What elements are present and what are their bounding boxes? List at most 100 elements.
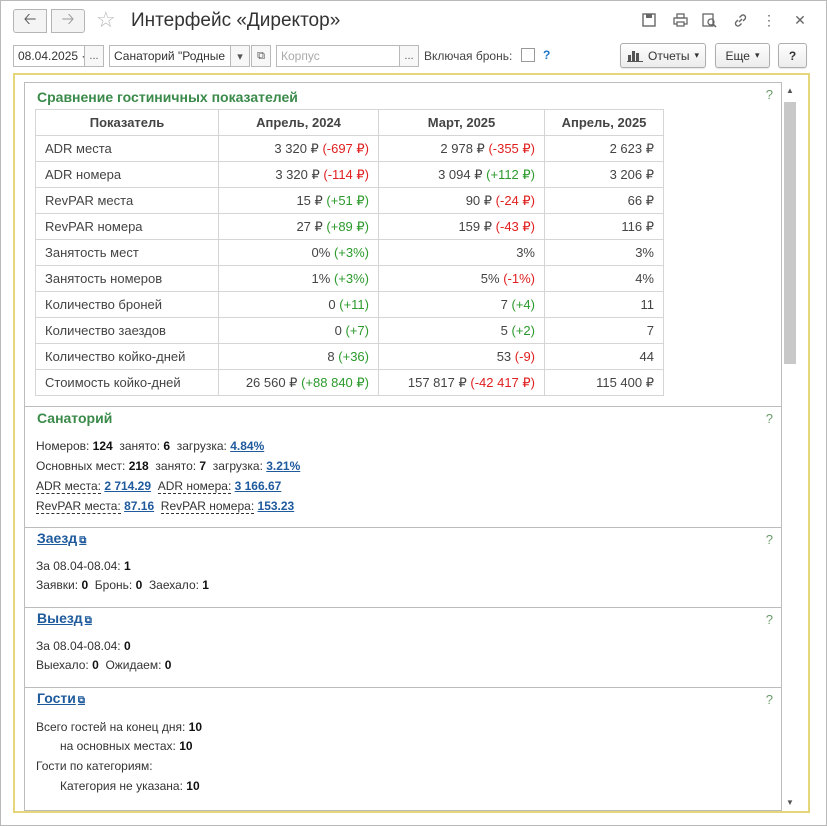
- requests-label: Заявки:: [36, 578, 79, 592]
- adr-room-link[interactable]: 3 166.67: [235, 479, 282, 493]
- revpar-room-label[interactable]: RevPAR номера:: [160, 499, 255, 514]
- cell-value: 3 320 ₽: [275, 166, 320, 182]
- metric-name-cell: ADR номера: [35, 161, 219, 188]
- vertical-scrollbar[interactable]: ▲ ▼: [783, 86, 797, 811]
- corpus-picker-button[interactable]: ...: [399, 45, 419, 67]
- sanatorium-dropdown-button[interactable]: ▾: [230, 45, 250, 67]
- sanatorium-field[interactable]: Санаторий "Родные: [109, 45, 231, 67]
- more-vertical-icon[interactable]: ⋮: [760, 11, 778, 29]
- cell-value: 27 ₽: [296, 218, 323, 234]
- april-2024-cell: 0 (+11): [218, 291, 379, 318]
- preview-icon[interactable]: [700, 11, 718, 29]
- cell-value: 159 ₽: [458, 218, 493, 234]
- page-title: Интерфейс «Директор»: [131, 10, 341, 31]
- guests-total-line: Всего гостей на конец дня: 10: [36, 720, 202, 734]
- scroll-up-icon[interactable]: ▲: [783, 86, 797, 95]
- help-button[interactable]: ?: [778, 43, 807, 68]
- scrollbar-thumb[interactable]: [784, 102, 796, 364]
- guests-title-link[interactable]: Гости ⧉: [37, 690, 85, 706]
- reports-button[interactable]: Отчеты ▾: [620, 43, 706, 68]
- revpar-place-link[interactable]: 87.16: [124, 499, 154, 513]
- table-row[interactable]: Количество броней 0 (+11) 7 (+4) 11: [35, 291, 664, 318]
- include-booking-label: Включая бронь:: [424, 49, 513, 63]
- chevron-down-icon: ▾: [237, 50, 243, 63]
- adr-place-label[interactable]: ADR места:: [36, 479, 101, 494]
- departure-help-icon[interactable]: ?: [766, 612, 773, 627]
- date-picker-button[interactable]: ...: [84, 45, 104, 67]
- cell-delta: (+112 ₽): [486, 166, 535, 182]
- comparison-section: Сравнение гостиничных показателей ? Пока…: [24, 82, 782, 407]
- cell-delta: (-1%): [503, 271, 535, 286]
- corpus-field[interactable]: Корпус: [276, 45, 400, 67]
- date-field[interactable]: 08.04.2025 ·: [13, 45, 85, 67]
- back-button[interactable]: 🡠: [13, 9, 47, 33]
- arrival-title-link[interactable]: Заезд ⧉: [37, 530, 86, 546]
- guests-help-icon[interactable]: ?: [766, 692, 773, 707]
- forward-button[interactable]: 🡢: [51, 9, 85, 33]
- sanatorium-help-icon[interactable]: ?: [766, 411, 773, 426]
- arrow-right-icon: 🡢: [61, 10, 75, 28]
- column-header[interactable]: Март, 2025: [378, 109, 545, 136]
- print-icon[interactable]: [671, 11, 689, 29]
- comparison-help-icon[interactable]: ?: [766, 87, 773, 102]
- cell-delta: (-24 ₽): [495, 192, 535, 208]
- table-row[interactable]: Количество койко-дней 8 (+36) 53 (-9) 44: [35, 343, 664, 370]
- cell-delta: (+89 ₽): [326, 218, 369, 234]
- cell-delta: (-9): [514, 349, 535, 364]
- april-2025-cell: 116 ₽: [544, 213, 664, 240]
- include-booking-checkbox[interactable]: [521, 48, 535, 62]
- guests-category-label: Категория не указана:: [60, 779, 183, 793]
- booking-value: 0: [135, 578, 143, 592]
- column-header[interactable]: Апрель, 2025: [544, 109, 664, 136]
- revpar-room-link[interactable]: 153.23: [258, 499, 295, 513]
- cell-value: 3 320 ₽: [274, 140, 319, 156]
- save-icon[interactable]: [640, 11, 658, 29]
- april-2024-cell: 15 ₽ (+51 ₽): [218, 187, 379, 214]
- table-row[interactable]: RevPAR места 15 ₽ (+51 ₽) 90 ₽ (-24 ₽) 66 ₽: [35, 187, 664, 214]
- table-row[interactable]: RevPAR номера 27 ₽ (+89 ₽) 159 ₽ (-43 ₽) 11…: [35, 213, 664, 240]
- revpar-place-label[interactable]: RevPAR места:: [36, 499, 121, 514]
- april-2024-cell: 0 (+7): [218, 317, 379, 344]
- scroll-down-icon[interactable]: ▼: [783, 798, 797, 807]
- cell-value: 1%: [311, 271, 331, 286]
- revpar-line: RevPAR места: 87.16 RevPAR номера: 153.2…: [36, 499, 295, 514]
- table-row[interactable]: Занятость номеров 1% (+3%) 5% (-1%) 4%: [35, 265, 664, 292]
- arrival-stats-line: Заявки: 0 Бронь: 0 Заехало: 1: [36, 578, 209, 592]
- april-2025-cell: 115 400 ₽: [544, 369, 664, 396]
- column-header[interactable]: Показатель: [35, 109, 219, 136]
- cell-delta: (+88 840 ₽): [301, 374, 369, 390]
- march-2025-cell: 157 817 ₽ (-42 417 ₽): [378, 369, 545, 396]
- sanatorium-open-button[interactable]: ⧉: [251, 45, 271, 67]
- arrival-period-value: 1: [124, 559, 131, 573]
- comparison-title: Сравнение гостиничных показателей: [37, 89, 298, 105]
- arrival-help-icon[interactable]: ?: [766, 532, 773, 547]
- cell-value: 26 560 ₽: [245, 374, 298, 390]
- more-button[interactable]: Еще ▾: [715, 43, 770, 68]
- close-icon[interactable]: ✕: [791, 11, 809, 29]
- help-question-icon[interactable]: ?: [543, 48, 550, 62]
- table-row[interactable]: Количество заездов 0 (+7) 5 (+2) 7: [35, 317, 664, 344]
- favorite-star-icon[interactable]: ☆: [96, 7, 116, 33]
- open-window-icon: ⧉: [257, 49, 265, 62]
- rooms-load-link[interactable]: 4.84%: [230, 439, 264, 453]
- column-header[interactable]: Апрель, 2024: [218, 109, 379, 136]
- table-row[interactable]: ADR места 3 320 ₽ (-697 ₽) 2 978 ₽ (-355 ₽…: [35, 135, 664, 162]
- arrived-value: 1: [202, 578, 209, 592]
- table-row[interactable]: Стоимость койко-дней 26 560 ₽ (+88 840 ₽)…: [35, 369, 664, 396]
- metric-name-cell: RevPAR места: [35, 187, 219, 214]
- link-icon[interactable]: [731, 11, 749, 29]
- left-label: Выехало:: [36, 658, 89, 672]
- metric-name-cell: Стоимость койко-дней: [35, 369, 219, 396]
- adr-place-link[interactable]: 2 714.29: [104, 479, 151, 493]
- cell-value: 0: [328, 297, 336, 312]
- beds-occupied-value: 7: [199, 459, 207, 473]
- cell-value: 2 978 ₽: [440, 140, 485, 156]
- table-row[interactable]: ADR номера 3 320 ₽ (-114 ₽) 3 094 ₽ (+112 …: [35, 161, 664, 188]
- beds-load-link[interactable]: 3.21%: [266, 459, 300, 473]
- table-row[interactable]: Занятость мест 0% (+3%) 3% 3%: [35, 239, 664, 266]
- april-2025-cell: 3%: [544, 239, 664, 266]
- sanatorium-section: Санаторий ? Номеров: 124 занято: 6 загру…: [24, 406, 782, 528]
- april-2024-cell: 26 560 ₽ (+88 840 ₽): [218, 369, 379, 396]
- adr-room-label[interactable]: ADR номера:: [157, 479, 232, 494]
- departure-title-link[interactable]: Выезд ⧉: [37, 610, 92, 626]
